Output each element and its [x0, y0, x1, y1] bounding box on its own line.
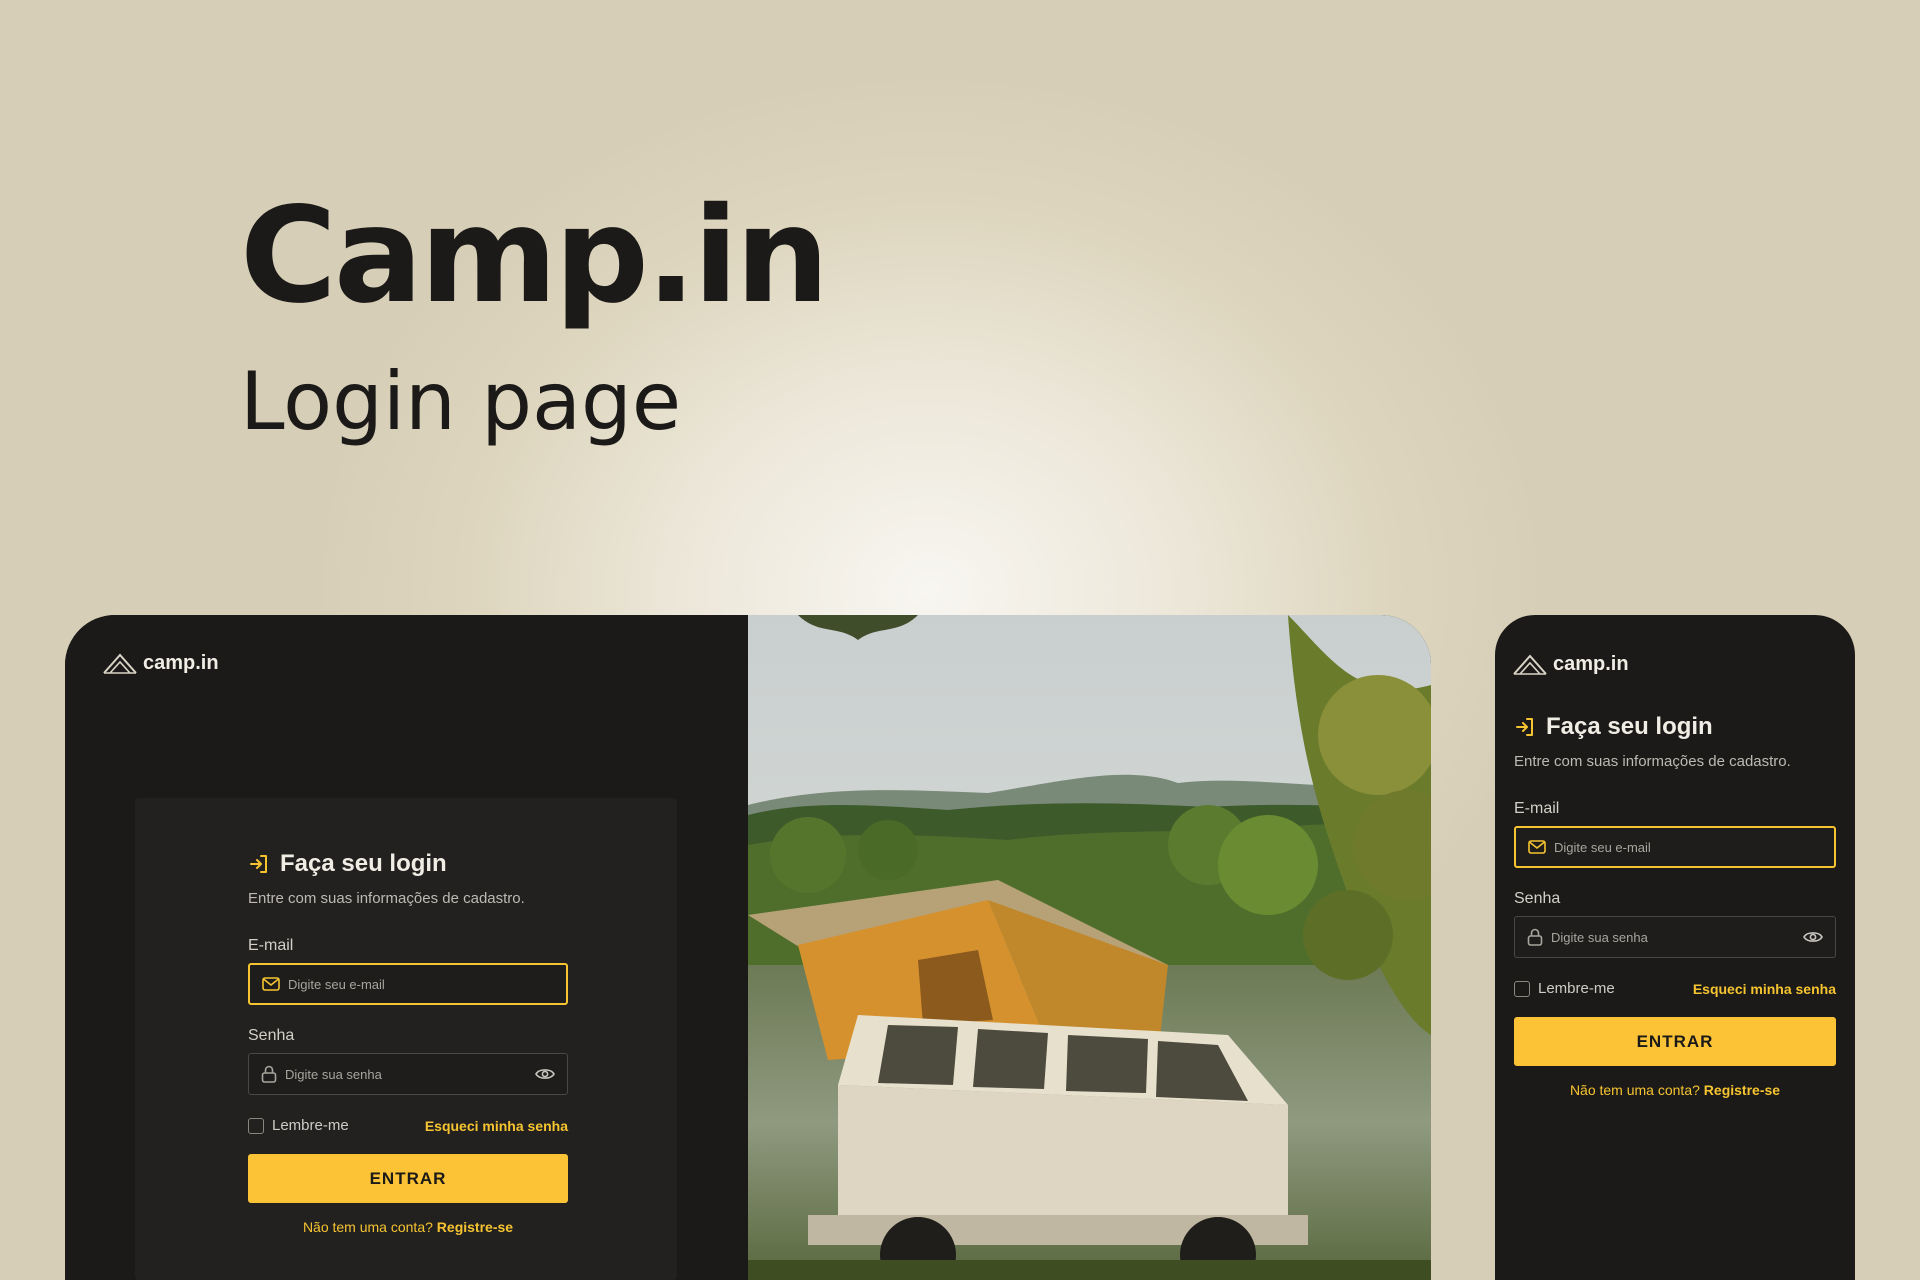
mobile-brand-logo[interactable]: camp.in [1513, 653, 1629, 676]
eye-icon[interactable] [1803, 930, 1823, 944]
checkbox-box[interactable] [1514, 980, 1530, 997]
mobile-login-subtitle: Entre com suas informações de cadastro. [1514, 753, 1791, 770]
mobile-mockup: camp.in Faça seu login Entre com suas in… [1495, 615, 1855, 1280]
signup-link[interactable]: Registre-se [437, 1219, 513, 1235]
login-arrow-icon [250, 855, 267, 873]
login-form: Faça seu login Entre com suas informaçõe… [248, 850, 568, 1235]
brand-name: camp.in [143, 652, 219, 674]
mobile-remember-checkbox[interactable]: Lembre-me [1514, 980, 1615, 997]
remember-checkbox[interactable]: Lembre-me [248, 1117, 349, 1134]
mobile-brand-name: camp.in [1553, 653, 1629, 675]
mobile-forgot-password-link[interactable]: Esqueci minha senha [1693, 981, 1836, 997]
options-row: Lembre-me Esqueci minha senha [248, 1117, 568, 1134]
tent-logo-icon [1513, 653, 1547, 675]
login-arrow-icon [1516, 718, 1533, 736]
login-panel: Faça seu login Entre com suas informaçõe… [135, 798, 677, 1280]
hero-title: Camp.in [240, 179, 829, 333]
brand-logo[interactable]: camp.in [103, 652, 219, 675]
mobile-login-form: Faça seu login Entre com suas informaçõe… [1514, 713, 1836, 1098]
mobile-email-field[interactable]: Digite seu e-mail [1514, 826, 1836, 868]
mobile-submit-button[interactable]: ENTRAR [1514, 1017, 1836, 1066]
mobile-login-title: Faça seu login [1546, 713, 1713, 740]
login-header: Faça seu login [248, 850, 568, 878]
desktop-mockup: camp.in Faça seu login Entre com suas in… [65, 615, 1431, 1280]
mail-icon [262, 977, 280, 991]
mail-icon [1528, 840, 1546, 854]
desktop-login-side: camp.in Faça seu login Entre com suas in… [65, 615, 748, 1280]
mobile-password-placeholder: Digite sua senha [1551, 929, 1648, 945]
login-title: Faça seu login [280, 850, 447, 877]
mobile-options-row: Lembre-me Esqueci minha senha [1514, 980, 1836, 997]
email-field[interactable]: Digite seu e-mail [248, 963, 568, 1005]
mobile-signup-prompt: Não tem uma conta? [1569, 1082, 1700, 1098]
eye-icon[interactable] [535, 1067, 555, 1081]
password-field[interactable]: Digite sua senha [248, 1053, 568, 1095]
camping-photo-illustration [748, 615, 1431, 1280]
submit-button[interactable]: ENTRAR [248, 1154, 568, 1203]
login-subtitle: Entre com suas informações de cadastro. [248, 890, 525, 907]
email-label: E-mail [248, 937, 294, 954]
lock-icon [261, 1065, 277, 1083]
mobile-signup-row: Não tem uma conta? Registre-se [1514, 1082, 1836, 1098]
forgot-password-link[interactable]: Esqueci minha senha [425, 1118, 568, 1134]
checkbox-box[interactable] [248, 1117, 264, 1134]
hero-photo [748, 615, 1431, 1280]
email-placeholder: Digite seu e-mail [288, 976, 385, 992]
mobile-signup-link[interactable]: Registre-se [1704, 1082, 1780, 1098]
mobile-password-label: Senha [1514, 890, 1561, 907]
mobile-email-placeholder: Digite seu e-mail [1554, 839, 1651, 855]
mobile-login-header: Faça seu login [1514, 713, 1836, 741]
password-placeholder: Digite sua senha [285, 1066, 382, 1082]
tent-logo-icon [103, 652, 137, 674]
mobile-email-label: E-mail [1514, 800, 1560, 817]
password-label: Senha [248, 1027, 295, 1044]
signup-prompt: Não tem uma conta? [302, 1219, 433, 1235]
signup-row: Não tem uma conta? Registre-se [248, 1219, 568, 1235]
hero-subtitle: Login page [240, 355, 682, 448]
lock-icon [1527, 928, 1543, 946]
remember-label: Lembre-me [272, 1117, 349, 1134]
mobile-remember-label: Lembre-me [1538, 980, 1615, 997]
mobile-password-field[interactable]: Digite sua senha [1514, 916, 1836, 958]
